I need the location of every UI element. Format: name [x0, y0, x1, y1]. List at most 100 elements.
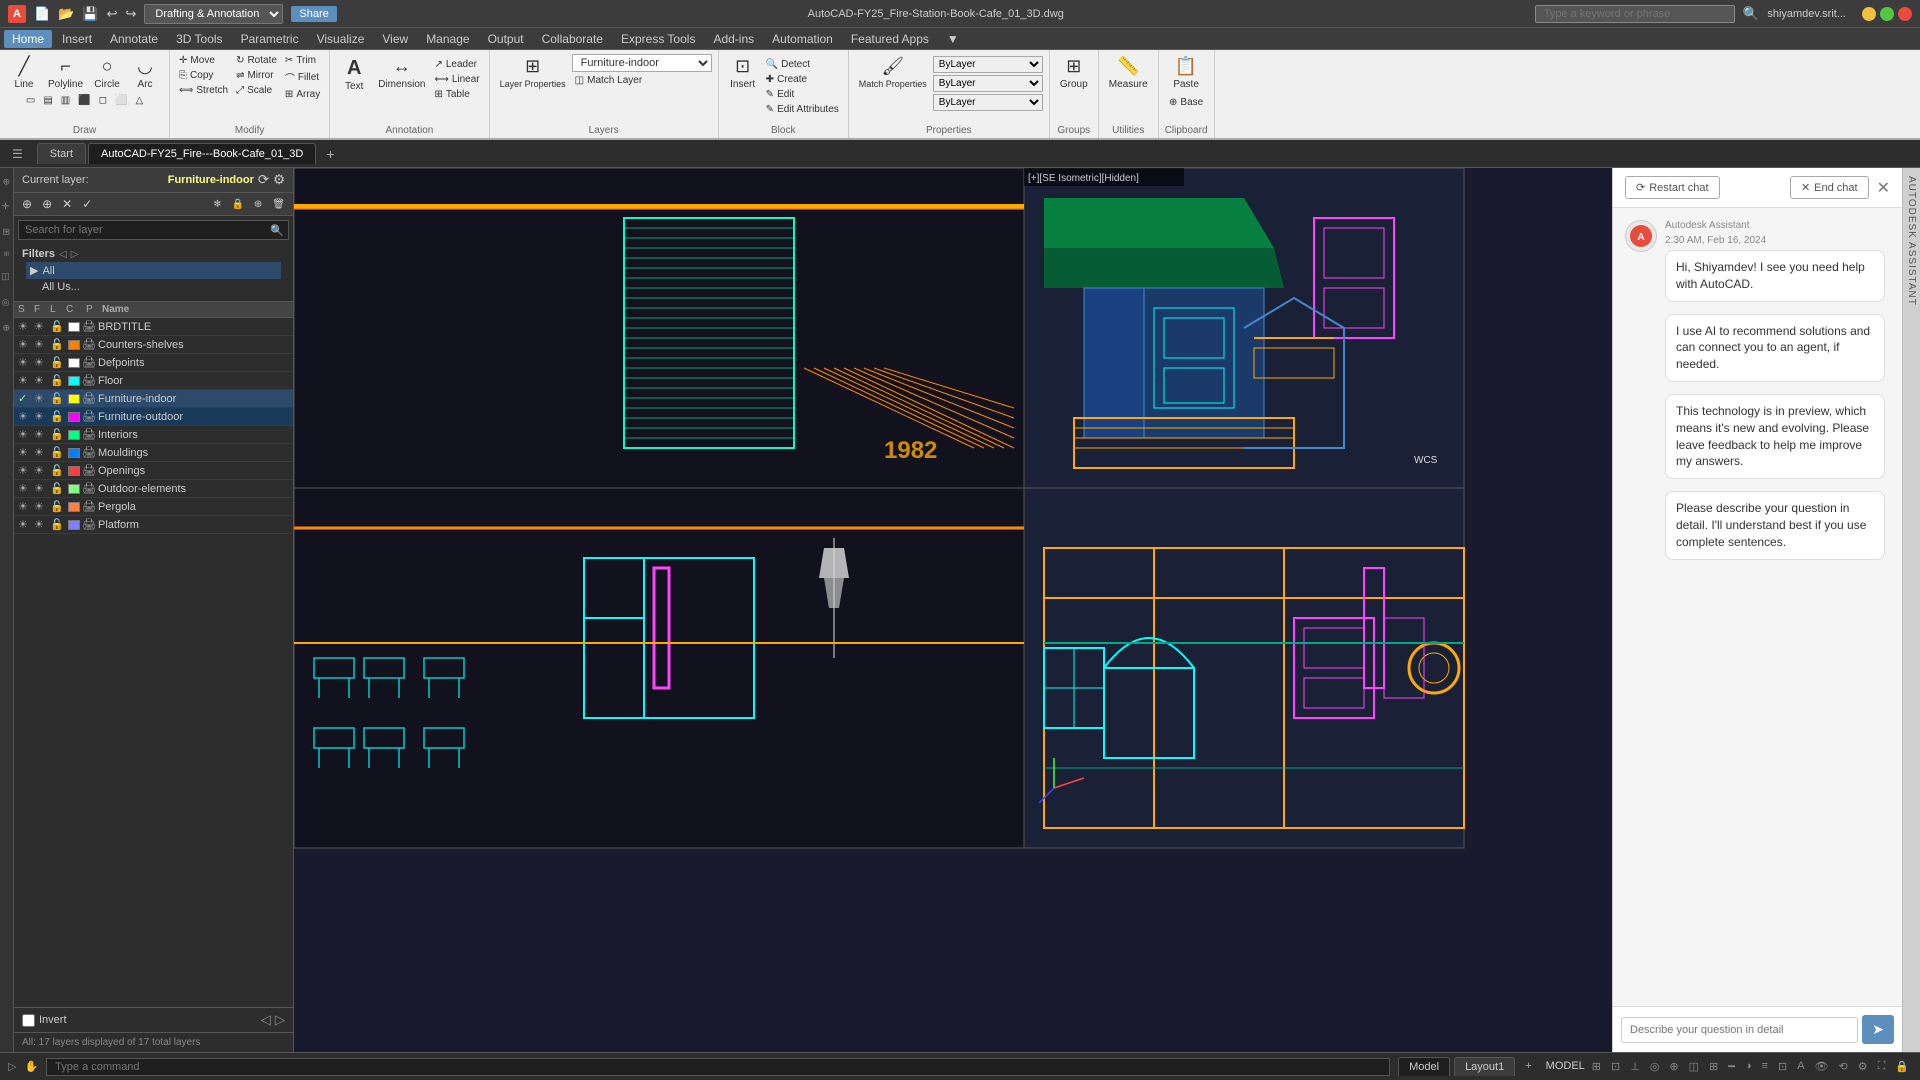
array-btn[interactable]: ⊞ Array [282, 88, 323, 101]
menu-view[interactable]: View [374, 30, 416, 48]
new-layer-vp-btn[interactable]: ⊕ [38, 195, 56, 213]
transparency-icon[interactable]: ◑ [1742, 1060, 1755, 1073]
all-used-filter[interactable]: All Us... [26, 279, 281, 295]
invert-checkbox[interactable] [22, 1014, 35, 1027]
layer-refresh-btn[interactable]: ⟳ [258, 172, 269, 188]
properties-side-icon[interactable]: ≡ [0, 245, 14, 262]
anno-visibility-icon[interactable]: 👁 [1812, 1060, 1832, 1073]
workspace-switcher-icon[interactable]: ⚙ [1855, 1060, 1871, 1073]
arc-btn[interactable]: ◡ Arc [127, 54, 163, 92]
menu-more[interactable]: ▼ [939, 30, 967, 48]
workspace-selector[interactable]: Drafting & Annotation [144, 4, 283, 24]
layer-row[interactable]: ☀ ☀ 🔓 🖨 Defpoints [14, 354, 293, 372]
new-layer-btn[interactable]: ⊕ [18, 195, 36, 213]
layer-row[interactable]: ✓ ☀ 🔓 🖨 Furniture-indoor [14, 390, 293, 408]
menu-collaborate[interactable]: Collaborate [534, 30, 611, 48]
maximize-btn[interactable] [1880, 7, 1894, 21]
chat-send-btn[interactable]: ➤ [1862, 1015, 1894, 1044]
copy-btn[interactable]: ⎘ Copy [176, 69, 231, 82]
otrack-icon[interactable]: ◫ [1686, 1060, 1702, 1073]
model-tab[interactable]: Model [1398, 1057, 1450, 1076]
sel-cycling-icon[interactable]: ⊡ [1775, 1060, 1790, 1073]
anno-scale-icon[interactable]: A [1794, 1060, 1807, 1073]
search-btn[interactable]: 🔍 [1743, 6, 1760, 22]
polar-icon[interactable]: ◎ [1647, 1060, 1663, 1073]
layer-row[interactable]: ☀ ☀ 🔓 🖨 Openings [14, 462, 293, 480]
table-btn[interactable]: ⊞ Table [431, 88, 482, 101]
menu-visualize[interactable]: Visualize [309, 30, 373, 48]
layer-row[interactable]: ☀ ☀ 🔓 🖨 Mouldings [14, 444, 293, 462]
match-layer-btn[interactable]: ◫ Match Layer [572, 74, 645, 87]
drawing-area[interactable]: [+][SE Isometric][Hidden] [294, 168, 1612, 1052]
layer-side-icon[interactable]: ⊞ [0, 222, 14, 242]
layer-row[interactable]: ☀ ☀ 🔓 🖨 Furniture-outdoor [14, 408, 293, 426]
bylayer-linetype-dropdown[interactable]: ByLayer [933, 75, 1043, 92]
layer-row[interactable]: ☀ ☀ 🔓 🖨 Counters-shelves [14, 336, 293, 354]
snap2-icon[interactable]: ✛ [0, 196, 14, 218]
region-btn[interactable]: ◻ [96, 94, 110, 107]
start-tab[interactable]: Start [37, 143, 86, 164]
rotate-btn[interactable]: ↻ Rotate [233, 54, 280, 67]
menu-parametric[interactable]: Parametric [233, 30, 307, 48]
layer-settings-btn[interactable]: ⚙ [273, 172, 285, 188]
end-chat-btn[interactable]: ✕ End chat [1790, 176, 1869, 199]
menu-insert[interactable]: Insert [54, 30, 100, 48]
layer-search-input[interactable] [19, 221, 266, 239]
menu-3dtools[interactable]: 3D Tools [168, 30, 230, 48]
redo-btn[interactable]: ↪ [125, 6, 136, 22]
mirror-btn[interactable]: ⇌ Mirror [233, 69, 280, 82]
layer-merge-btn[interactable]: ⊕ [250, 197, 266, 212]
rectangle-btn[interactable]: ▭ [23, 94, 38, 107]
match-properties-btn[interactable]: 🖌 Match Properties [855, 54, 931, 111]
collapse-panel-btn2[interactable]: ▷ [275, 1012, 285, 1028]
layer-dropdown[interactable]: Furniture-indoor [572, 54, 712, 72]
collapse-panel-btn[interactable]: ◁ [261, 1012, 271, 1028]
add-tab-btn[interactable]: + [318, 142, 342, 166]
add-layout-btn[interactable]: + [1519, 1057, 1537, 1076]
layer-row[interactable]: ☀ ☀ 🔓 🖨 Interiors [14, 426, 293, 444]
layer-row[interactable]: ☀ ☀ 🔓 🖨 Floor [14, 372, 293, 390]
stretch-btn[interactable]: ⟺ Stretch [176, 84, 231, 97]
zoom-side-icon[interactable]: ⊕ [0, 318, 14, 338]
edit-attributes-btn[interactable]: ✎ Edit Attributes [763, 103, 842, 116]
linear-btn[interactable]: ⟷ Linear [431, 73, 482, 86]
drawing-tab[interactable]: AutoCAD-FY25_Fire---Book-Cafe_01_3D [88, 143, 316, 164]
save-btn[interactable]: 💾 [82, 6, 98, 22]
osnap-icon[interactable]: ⊕ [1666, 1060, 1681, 1073]
dimension-btn[interactable]: ↔ Dimension [374, 54, 429, 101]
leader-btn[interactable]: ↗ Leader [431, 58, 482, 71]
hatch-btn[interactable]: ▤ [40, 94, 55, 107]
detect-btn[interactable]: 🔍 Detect [763, 58, 842, 71]
fillet-btn[interactable]: ⌒ Fillet [282, 69, 323, 86]
gradient-btn[interactable]: ▥ [58, 94, 73, 107]
nav-side-icon[interactable]: ◎ [0, 292, 14, 314]
open-file-btn[interactable]: 📂 [58, 6, 74, 22]
minimize-btn[interactable] [1862, 7, 1876, 21]
view-side-icon[interactable]: ◫ [0, 266, 14, 288]
snap-status-icon[interactable]: ⊡ [1608, 1060, 1623, 1073]
ortho-icon[interactable]: ⊥ [1627, 1060, 1643, 1073]
menu-express[interactable]: Express Tools [613, 30, 703, 48]
new-file-btn[interactable]: 📄 [34, 6, 50, 22]
collapse-filters-btn[interactable]: ▷ [71, 249, 79, 260]
base-btn[interactable]: ⊕ Base [1166, 96, 1206, 109]
layer-delete-all-btn[interactable]: 🗑 [268, 197, 289, 212]
menu-featured[interactable]: Featured Apps [843, 30, 937, 48]
layer-row[interactable]: ☀ ☀ 🔓 🖨 Outdoor-elements [14, 480, 293, 498]
chat-input[interactable] [1621, 1017, 1858, 1043]
layer-row[interactable]: ☀ ☀ 🔓 🖨 Pergola [14, 498, 293, 516]
bylayer-color-dropdown[interactable]: ByLayer [933, 56, 1043, 73]
trim-btn[interactable]: ✂ Trim [282, 54, 323, 67]
set-current-btn[interactable]: ✓ [78, 195, 96, 213]
grid-icon[interactable]: ⊞ [1589, 1060, 1604, 1073]
revision-btn[interactable]: △ [132, 94, 146, 107]
layout1-tab[interactable]: Layout1 [1454, 1057, 1515, 1076]
circle-btn[interactable]: ○ Circle [89, 54, 125, 92]
qprop-icon[interactable]: ≡ [1759, 1060, 1771, 1073]
lock-ui-icon[interactable]: 🔒 [1892, 1060, 1912, 1073]
undo-btn[interactable]: ↩ [107, 6, 118, 22]
delete-layer-btn[interactable]: ✕ [58, 195, 76, 213]
menu-addins[interactable]: Add-ins [705, 30, 762, 48]
anno-autoscale-icon[interactable]: ⟲ [1836, 1060, 1851, 1073]
edit-btn[interactable]: ✎ Edit [763, 88, 842, 101]
